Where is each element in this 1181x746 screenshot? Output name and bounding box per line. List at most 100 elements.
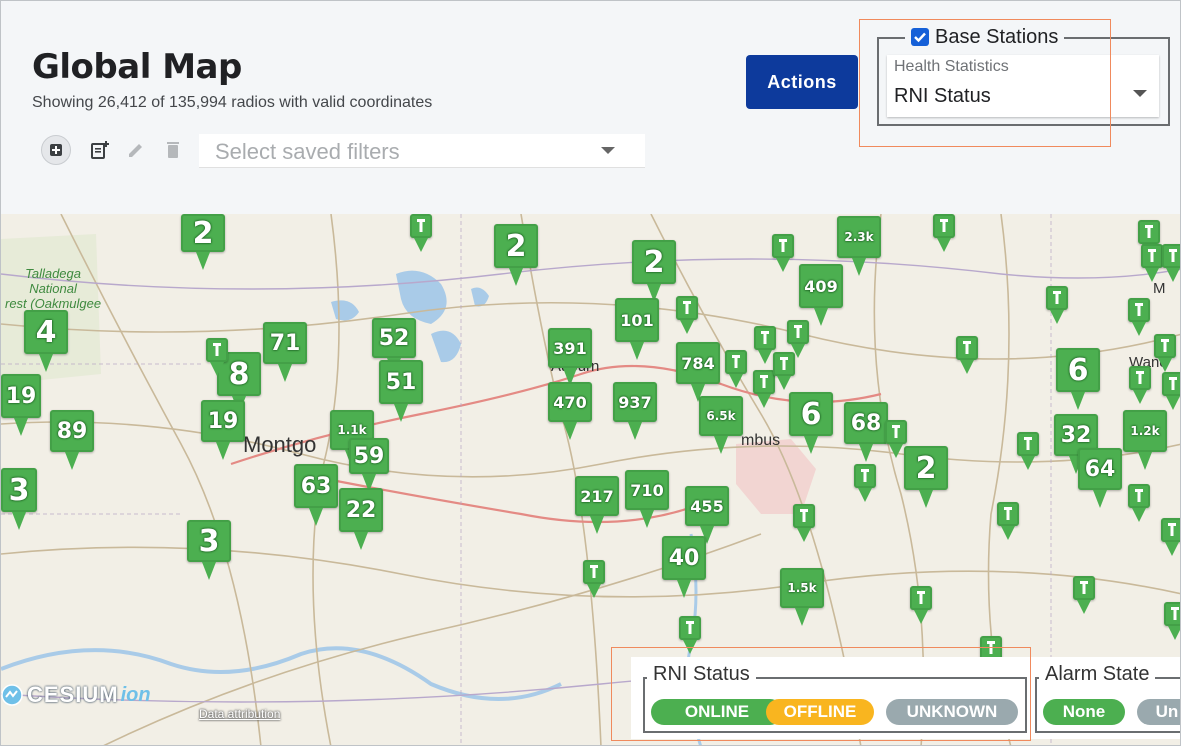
tower-icon <box>1128 484 1150 508</box>
cluster-marker[interactable]: 64 <box>1078 448 1122 508</box>
new-note-icon[interactable] <box>85 135 115 165</box>
tower-marker[interactable] <box>910 586 932 624</box>
cluster-pointer <box>65 452 79 470</box>
cluster-count: 710 <box>625 470 669 510</box>
delete-trash-icon[interactable] <box>158 135 188 165</box>
cluster-marker[interactable]: 710 <box>625 470 669 528</box>
cluster-marker[interactable]: 71 <box>263 322 307 382</box>
cluster-marker[interactable]: 59 <box>349 438 389 492</box>
tower-marker[interactable] <box>676 296 698 334</box>
cluster-marker[interactable]: 391 <box>548 328 592 386</box>
tower-marker[interactable] <box>725 350 747 388</box>
cluster-marker[interactable]: 3 <box>187 520 231 580</box>
cluster-marker[interactable]: 2 <box>632 240 676 302</box>
cluster-marker[interactable]: 1.2k <box>1123 410 1167 470</box>
add-filter-icon[interactable] <box>41 135 71 165</box>
cluster-count: 52 <box>372 318 416 358</box>
cluster-marker[interactable]: 22 <box>339 488 383 550</box>
cluster-marker[interactable]: 3 <box>1 468 37 530</box>
tower-marker[interactable] <box>1017 432 1039 470</box>
cluster-count: 2 <box>632 240 676 284</box>
tower-marker[interactable] <box>1129 366 1151 404</box>
tower-marker[interactable] <box>410 214 432 252</box>
saved-filters-select[interactable]: Select saved filters <box>199 134 645 168</box>
tower-icon <box>1141 244 1163 268</box>
cluster-marker[interactable]: 1.5k <box>780 568 824 626</box>
cesium-logo[interactable]: CESIUM ion <box>1 680 151 710</box>
tower-marker[interactable] <box>793 504 815 542</box>
tower-marker[interactable] <box>772 234 794 272</box>
cluster-marker[interactable]: 2 <box>181 214 225 270</box>
tower-pointer <box>1001 526 1015 540</box>
data-attribution-link[interactable]: Data attribution <box>199 707 280 721</box>
cluster-marker[interactable]: 51 <box>379 360 423 422</box>
cluster-marker[interactable]: 4 <box>24 310 68 372</box>
tower-icon <box>787 320 809 344</box>
cluster-count: 6 <box>789 392 833 436</box>
cluster-count: 409 <box>799 264 843 308</box>
cluster-count: 3 <box>1 468 37 512</box>
tower-marker[interactable] <box>1162 244 1180 282</box>
tower-marker[interactable] <box>773 352 795 390</box>
cluster-marker[interactable]: 470 <box>548 382 592 440</box>
alarm-none-chip[interactable]: None <box>1043 699 1125 725</box>
cluster-marker[interactable]: 19 <box>1 374 41 436</box>
tower-marker[interactable] <box>753 370 775 408</box>
cluster-count: 101 <box>615 298 659 342</box>
cluster-marker[interactable]: 89 <box>50 410 94 470</box>
tower-marker[interactable] <box>1128 484 1150 522</box>
cluster-marker[interactable]: 6 <box>789 392 833 454</box>
tower-marker[interactable] <box>997 502 1019 540</box>
cluster-marker[interactable]: 217 <box>575 476 619 534</box>
cluster-marker[interactable]: 6.5k <box>699 396 743 454</box>
tower-icon <box>885 420 907 444</box>
tower-marker[interactable] <box>1154 334 1176 372</box>
alarm-unknown-chip[interactable]: Un <box>1137 699 1180 725</box>
cluster-marker[interactable]: 19 <box>201 400 245 460</box>
tower-marker[interactable] <box>1128 298 1150 336</box>
cluster-pointer <box>354 532 368 550</box>
cluster-count: 391 <box>548 328 592 368</box>
cluster-marker[interactable]: 937 <box>613 382 657 440</box>
cluster-marker[interactable]: 409 <box>799 264 843 326</box>
cluster-marker[interactable]: 101 <box>615 298 659 360</box>
tower-icon <box>410 214 432 238</box>
tower-pointer <box>1077 600 1091 614</box>
cluster-pointer <box>630 342 644 360</box>
tower-pointer <box>937 238 951 252</box>
tower-pointer <box>1166 268 1180 282</box>
cesium-logo-text: CESIUM <box>27 682 119 707</box>
tower-marker[interactable] <box>956 336 978 374</box>
tower-marker[interactable] <box>206 338 228 376</box>
tower-pointer <box>1165 542 1179 556</box>
tower-icon <box>1017 432 1039 456</box>
cluster-pointer <box>1093 490 1107 508</box>
edit-pencil-icon[interactable] <box>121 135 151 165</box>
tower-marker[interactable] <box>1073 576 1095 614</box>
tower-pointer <box>1133 390 1147 404</box>
cluster-marker[interactable]: 63 <box>294 464 338 526</box>
cluster-marker[interactable]: 784 <box>676 342 720 402</box>
cesium-icon <box>1 684 23 706</box>
tower-marker[interactable] <box>854 464 876 502</box>
tower-marker[interactable] <box>1046 286 1068 324</box>
cluster-marker[interactable]: 6 <box>1056 348 1100 410</box>
place-columbus: mbus <box>741 432 781 449</box>
cluster-marker[interactable]: 2 <box>904 446 948 508</box>
tower-pointer <box>1021 456 1035 470</box>
tower-marker[interactable] <box>1162 372 1180 410</box>
tower-pointer <box>587 584 601 598</box>
tower-marker[interactable] <box>1161 518 1180 556</box>
tower-marker[interactable] <box>583 560 605 598</box>
actions-button[interactable]: Actions <box>746 55 858 109</box>
cluster-marker[interactable]: 68 <box>844 402 888 462</box>
tower-pointer <box>1132 508 1146 522</box>
place-m: M <box>1153 280 1166 297</box>
tower-marker[interactable] <box>933 214 955 252</box>
cluster-marker[interactable]: 2.3k <box>837 216 881 276</box>
tower-marker[interactable] <box>885 420 907 458</box>
cluster-marker[interactable]: 40 <box>662 536 706 598</box>
tower-marker[interactable] <box>1141 244 1163 282</box>
tower-marker[interactable] <box>1164 602 1180 640</box>
cluster-marker[interactable]: 2 <box>494 224 538 286</box>
